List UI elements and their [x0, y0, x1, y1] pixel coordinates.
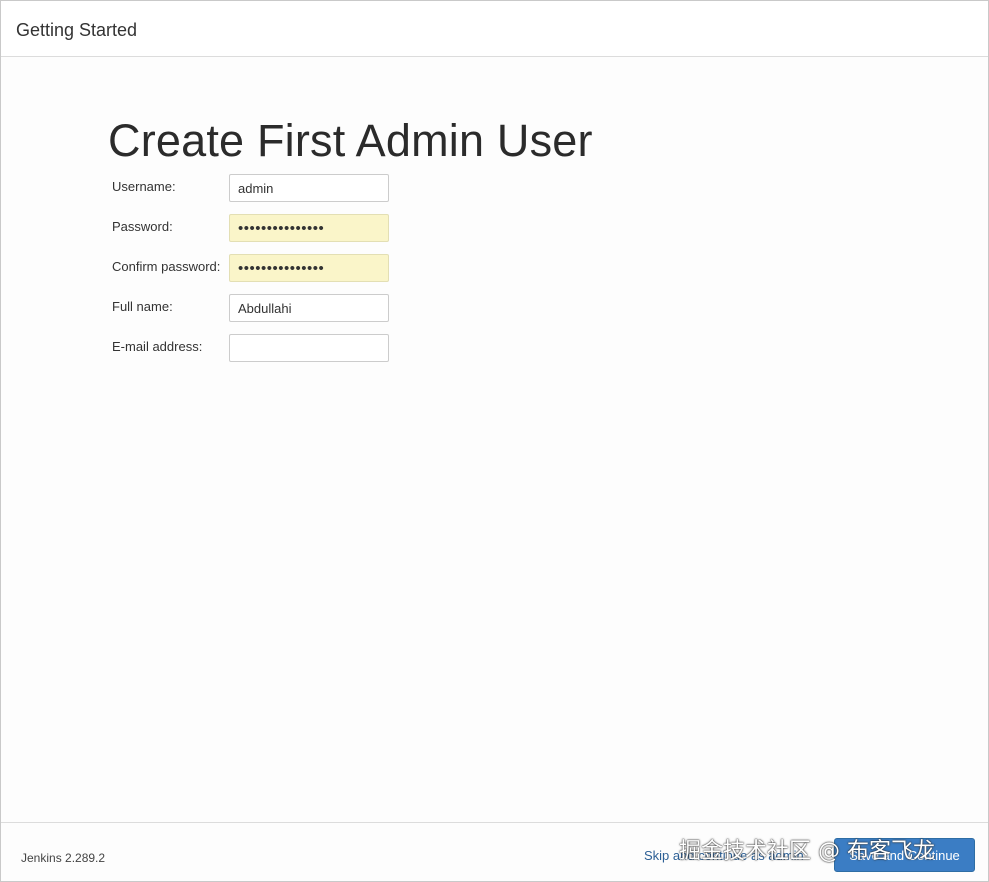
username-label: Username: — [112, 179, 176, 194]
page-title: Create First Admin User — [108, 115, 593, 166]
confirm-password-label: Confirm password: — [112, 259, 221, 274]
footer: Jenkins 2.289.2 Skip and continue as adm… — [1, 822, 988, 881]
save-and-continue-button[interactable]: Save and Continue — [834, 838, 975, 872]
full-name-label: Full name: — [112, 299, 173, 314]
skip-and-continue-link[interactable]: Skip and continue as admin — [644, 848, 804, 863]
main-content: Create First Admin User Username: Passwo… — [1, 57, 988, 822]
header-title: Getting Started — [16, 20, 138, 40]
email-label: E-mail address: — [112, 339, 203, 354]
full-name-input[interactable] — [229, 294, 389, 322]
header: Getting Started — [1, 1, 988, 57]
username-input[interactable] — [229, 174, 389, 202]
setup-wizard-window: Getting Started Create First Admin User … — [0, 0, 989, 882]
email-input[interactable] — [229, 334, 389, 362]
version-label: Jenkins 2.289.2 — [21, 851, 106, 865]
confirm-password-input[interactable] — [229, 254, 389, 282]
password-input[interactable] — [229, 214, 389, 242]
password-label: Password: — [112, 219, 173, 234]
